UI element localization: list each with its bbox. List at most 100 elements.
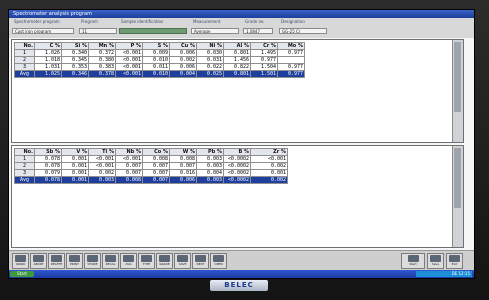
col-header[interactable]: Pb % bbox=[196, 148, 224, 156]
table-row[interactable]: 1 0.078 0.001 <0.001 <0.001 0.008 0.008 … bbox=[14, 155, 288, 163]
col-header[interactable]: Si % bbox=[61, 42, 89, 50]
row-number: 1 bbox=[14, 155, 35, 163]
cell: <0.001 bbox=[115, 155, 143, 163]
grade-no-field[interactable]: 1.0847 bbox=[243, 28, 273, 34]
col-header[interactable]: Ti % bbox=[88, 148, 116, 156]
cell: 0.340 bbox=[61, 49, 89, 57]
grade-button[interactable]: GRADE bbox=[156, 253, 173, 269]
vertical-scrollbar[interactable] bbox=[452, 146, 463, 247]
open-button[interactable]: OPEN bbox=[210, 253, 227, 269]
label-designation: Designation bbox=[281, 19, 305, 24]
cell: 0.007 bbox=[115, 162, 143, 170]
table-row[interactable]: 3 1.031 0.353 0.383 <0.001 0.011 0.006 0… bbox=[14, 63, 305, 71]
average-button[interactable]: AVG bbox=[120, 253, 137, 269]
save-button[interactable]: SAVE bbox=[174, 253, 191, 269]
print-button[interactable]: PRINT bbox=[66, 253, 83, 269]
col-header[interactable]: B % bbox=[223, 148, 251, 156]
col-header[interactable]: Sb % bbox=[34, 148, 62, 156]
cell: <0.001 bbox=[88, 162, 116, 170]
open-icon bbox=[213, 255, 224, 262]
cell: 0.002 bbox=[88, 169, 116, 177]
measurement-field[interactable]: Average bbox=[191, 28, 239, 34]
start-measure-button[interactable]: Start bbox=[401, 253, 425, 269]
average-label: Avg bbox=[14, 176, 35, 184]
average-cell: 0.346 bbox=[61, 70, 89, 78]
designation-field[interactable]: GG-25 Cr bbox=[279, 28, 327, 34]
cell: 0.383 bbox=[88, 63, 116, 71]
col-header[interactable]: W % bbox=[169, 148, 197, 156]
col-header[interactable]: Zr % bbox=[250, 148, 288, 156]
results-panel-trace-elements: No. Sb % V % Ti % Nb % Co % W % Pb % B %… bbox=[11, 145, 464, 248]
col-header[interactable]: Ni % bbox=[196, 42, 224, 50]
save-icon bbox=[430, 255, 441, 262]
cell: 0.001 bbox=[250, 169, 288, 177]
cell: 0.078 bbox=[34, 162, 62, 170]
scrollbar-thumb[interactable] bbox=[454, 42, 461, 112]
program-field[interactable]: Cast iron program bbox=[12, 28, 74, 34]
save-result-button[interactable]: Save bbox=[427, 253, 444, 269]
cell: 0.345 bbox=[61, 56, 89, 64]
spark-button[interactable]: SPARK bbox=[12, 253, 29, 269]
cell: 0.977 bbox=[277, 49, 305, 57]
cell: 0.003 bbox=[196, 162, 224, 170]
table-row[interactable]: 3 0.079 0.001 0.002 0.007 0.007 0.016 0.… bbox=[14, 169, 288, 177]
col-header[interactable]: Mn % bbox=[88, 42, 116, 50]
cell: 0.007 bbox=[142, 162, 170, 170]
col-header[interactable]: Cr % bbox=[250, 42, 278, 50]
cell: 0.977 bbox=[250, 56, 278, 64]
average-cell: 0.002 bbox=[250, 176, 288, 184]
type-button[interactable]: TYPE bbox=[138, 253, 155, 269]
cell: 0.007 bbox=[142, 169, 170, 177]
col-header[interactable]: Cu % bbox=[169, 42, 197, 50]
store-button[interactable]: STORE bbox=[84, 253, 101, 269]
average-cell: <0.0002 bbox=[223, 176, 251, 184]
system-tray[interactable]: DE 12:15 bbox=[416, 271, 472, 277]
cell: 1.018 bbox=[34, 56, 62, 64]
table-row[interactable]: 1 1.026 0.340 0.372 <0.001 0.009 0.006 0… bbox=[14, 49, 305, 57]
col-header[interactable]: No. bbox=[14, 42, 35, 50]
cell: <0.001 bbox=[250, 155, 288, 163]
exit-button[interactable]: Exit bbox=[446, 253, 463, 269]
vertical-scrollbar[interactable] bbox=[452, 40, 463, 142]
window-title: Spectrometer analysis program bbox=[9, 10, 474, 18]
average-cell: 0.378 bbox=[88, 70, 116, 78]
cell: 0.031 bbox=[196, 56, 224, 64]
col-header[interactable]: S % bbox=[142, 42, 170, 50]
next-icon bbox=[195, 255, 206, 262]
col-header[interactable]: Co % bbox=[142, 148, 170, 156]
col-header[interactable]: No. bbox=[14, 148, 35, 156]
start-button[interactable]: Start bbox=[10, 271, 34, 277]
table-row[interactable]: 2 0.078 0.001 <0.001 0.007 0.007 0.007 0… bbox=[14, 162, 288, 170]
col-header[interactable]: P % bbox=[115, 42, 143, 50]
average-cell: 0.004 bbox=[169, 70, 197, 78]
table-row[interactable]: 2 1.018 0.345 0.380 <0.001 0.010 0.002 0… bbox=[14, 56, 305, 64]
abort-button[interactable]: ABORT bbox=[30, 253, 47, 269]
col-header[interactable]: Mo % bbox=[277, 42, 305, 50]
col-header[interactable]: C % bbox=[34, 42, 62, 50]
average-cell: 0.006 bbox=[169, 176, 197, 184]
cell: 0.001 bbox=[61, 169, 89, 177]
scrollbar-thumb[interactable] bbox=[454, 148, 461, 208]
average-cell: 1.025 bbox=[34, 70, 62, 78]
col-header[interactable]: Nb % bbox=[115, 148, 143, 156]
program-no-field[interactable]: 11 bbox=[79, 28, 117, 34]
next-button[interactable]: NEXT bbox=[192, 253, 209, 269]
average-row[interactable]: Avg 1.025 0.346 0.378 <0.001 0.010 0.004… bbox=[14, 70, 305, 78]
average-cell: 0.008 bbox=[115, 176, 143, 184]
col-header[interactable]: Al % bbox=[223, 42, 251, 50]
sample-id-field[interactable] bbox=[119, 28, 187, 34]
recal-button[interactable]: RECAL bbox=[102, 253, 119, 269]
start-icon bbox=[407, 255, 419, 262]
delete-button[interactable]: DELETE bbox=[48, 253, 65, 269]
cell: <0.001 bbox=[115, 63, 143, 71]
monitor-brand-logo: BELEC bbox=[210, 280, 268, 291]
cell: <0.001 bbox=[88, 155, 116, 163]
average-cell: 0.078 bbox=[34, 176, 62, 184]
col-header[interactable]: V % bbox=[61, 148, 89, 156]
label-grade-no: Grade no. bbox=[245, 19, 265, 24]
average-cell: 0.003 bbox=[88, 176, 116, 184]
cell: 1.495 bbox=[250, 49, 278, 57]
average-row[interactable]: Avg 0.078 0.001 0.003 0.008 0.007 0.006 … bbox=[14, 176, 288, 184]
cell: 0.008 bbox=[142, 155, 170, 163]
results-panel-main-elements: No. C % Si % Mn % P % S % Cu % Ni % Al %… bbox=[11, 39, 464, 143]
